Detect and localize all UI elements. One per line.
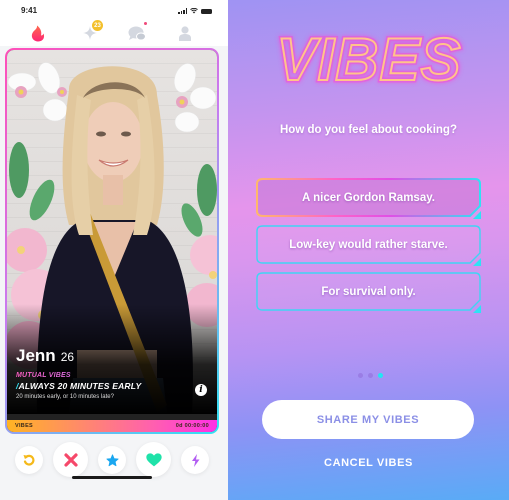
timer-label: VIBES: [15, 423, 34, 429]
status-time: 9:41: [21, 6, 38, 15]
vibe-option[interactable]: For survival only.: [256, 272, 481, 313]
star-icon: [105, 453, 119, 466]
top-area: 9:41 23: [0, 0, 228, 46]
pagination-dots: [228, 373, 509, 378]
option-label: For survival only.: [321, 286, 416, 298]
vibes-title-outline: VIBES: [276, 26, 461, 93]
vibe-option[interactable]: Low-key would rather starve.: [256, 225, 481, 266]
profile-info: Jenn 26 MUTUAL VIBES /ALWAYS 20 MINUTES …: [16, 346, 208, 400]
vibe-answer: /ALWAYS 20 MINUTES EARLY: [16, 381, 142, 391]
mutual-vibes-label: MUTUAL VIBES: [16, 372, 208, 379]
home-indicator: [72, 476, 152, 479]
nav-discover[interactable]: [26, 22, 50, 44]
nav-likes[interactable]: 23: [78, 20, 103, 44]
status-icons: [178, 8, 212, 14]
top-nav: 23: [0, 20, 228, 44]
vibe-option[interactable]: A nicer Gordon Ramsay.: [256, 178, 481, 219]
info-icon[interactable]: i: [195, 384, 207, 396]
status-bar: 9:41: [0, 6, 228, 20]
page-dot: [368, 373, 373, 378]
rewind-icon: [23, 454, 35, 466]
nope-button[interactable]: [53, 442, 88, 477]
vibes-screen: VIBES VIBES How do you feel about cookin…: [228, 0, 509, 500]
profile-screen: 9:41 23 Jenn 26 MUTUAL VIBES /ALWAYS 20 …: [0, 0, 228, 500]
profile-card[interactable]: Jenn 26 MUTUAL VIBES /ALWAYS 20 MINUTES …: [5, 48, 219, 434]
messages-notification-dot: [144, 22, 147, 25]
battery-icon: [201, 8, 212, 14]
vibes-timer-bar: VIBES 0d 00:00:00: [7, 420, 217, 432]
wifi-icon: [190, 8, 198, 14]
flame-icon: [31, 25, 45, 41]
lightning-icon: [191, 453, 199, 467]
share-my-vibes-button[interactable]: SHARE MY VIBES: [262, 400, 474, 439]
rewind-button[interactable]: [15, 446, 43, 474]
profile-name: Jenn: [16, 346, 56, 365]
nav-messages[interactable]: [125, 22, 149, 44]
option-label: A nicer Gordon Ramsay.: [302, 192, 435, 204]
option-label: Low-key would rather starve.: [289, 239, 448, 251]
nav-profile[interactable]: [173, 22, 197, 44]
page-dot-active: [378, 373, 383, 378]
timer-countdown: 0d 00:00:00: [175, 423, 209, 429]
cancel-vibes-button[interactable]: CANCEL VIBES: [228, 457, 509, 469]
action-buttons: [0, 441, 228, 477]
page-dot: [358, 373, 363, 378]
boost-button[interactable]: [181, 446, 209, 474]
x-icon: [63, 452, 78, 467]
signal-icon: [178, 8, 187, 14]
profile-age: 26: [60, 350, 75, 364]
profile-icon: [179, 25, 191, 41]
vibes-question: How do you feel about cooking?: [280, 124, 457, 136]
vibes-title: VIBES VIBES: [228, 24, 509, 96]
like-button[interactable]: [136, 442, 171, 477]
vibes-neon-logo: VIBES VIBES: [273, 24, 462, 96]
super-like-button[interactable]: [98, 446, 126, 474]
chat-bubbles-icon: [128, 26, 146, 40]
likes-count-badge: 23: [92, 20, 103, 31]
vibe-question: 20 minutes early, or 10 minutes late?: [16, 394, 114, 400]
heart-icon: [145, 452, 162, 466]
